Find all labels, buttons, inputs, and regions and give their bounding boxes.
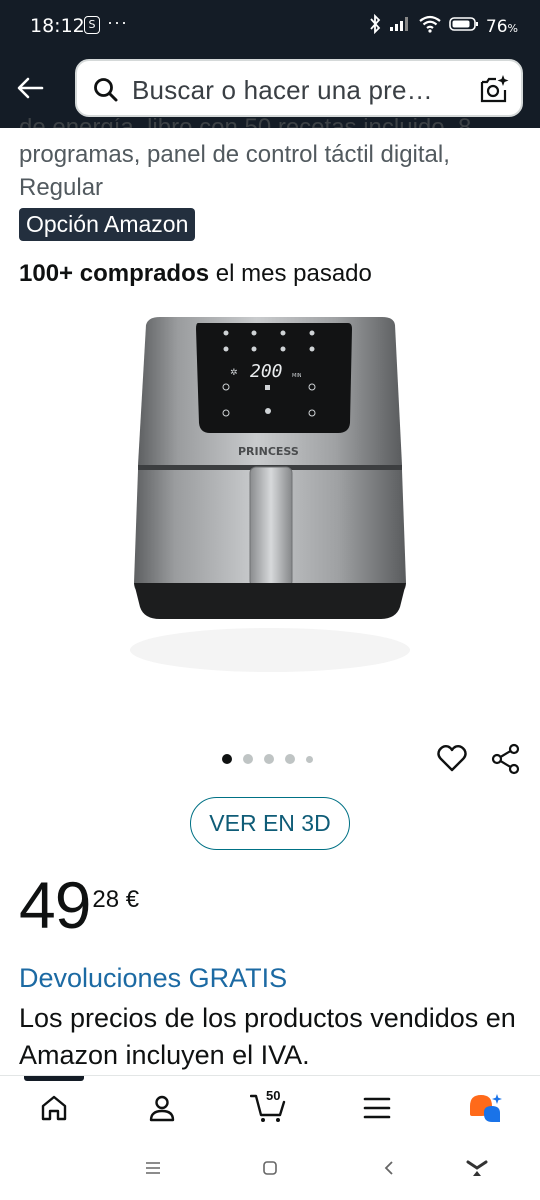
bought-last-month: 100+ comprados el mes pasado <box>19 260 372 287</box>
price-integer: 49 <box>19 868 91 942</box>
brand-logo: PRINCESS <box>238 445 299 458</box>
wishlist-heart-icon[interactable] <box>436 742 468 779</box>
status-right-group: 76% <box>368 13 518 39</box>
back-button[interactable] <box>12 70 48 106</box>
carousel-dot[interactable] <box>285 754 295 764</box>
display-unit: MIN <box>292 373 302 379</box>
cart-count: 50 <box>266 1088 281 1103</box>
image-carousel-dots[interactable] <box>222 754 313 764</box>
home-icon[interactable] <box>36 1090 72 1126</box>
battery-icon <box>449 16 479 37</box>
search-placeholder: Buscar o hacer una pre… <box>132 75 433 105</box>
bluetooth-icon <box>368 13 382 39</box>
system-back-icon[interactable] <box>383 1160 395 1181</box>
system-navigation-bar <box>0 1137 540 1200</box>
svg-text:✲: ✲ <box>230 368 238 378</box>
menu-icon[interactable] <box>359 1090 395 1126</box>
assistant-icon[interactable] <box>464 1154 490 1185</box>
recent-apps-icon[interactable] <box>145 1161 161 1180</box>
search-icon <box>93 77 119 108</box>
account-icon[interactable] <box>144 1090 180 1126</box>
camera-search-icon[interactable] <box>479 73 509 110</box>
app-header: Buscar o hacer una pre… <box>0 52 540 128</box>
bottom-navigation: 50 <box>0 1075 540 1137</box>
share-icon[interactable] <box>490 743 522 780</box>
status-bar: 18:12 S ··· 76% <box>0 0 540 52</box>
product-image[interactable]: ✲ 200 MIN PRINCESS <box>120 305 420 705</box>
home-system-icon[interactable] <box>263 1161 277 1180</box>
status-time: 18:12 <box>30 15 85 37</box>
cart-icon[interactable]: 50 <box>250 1088 286 1126</box>
description-cut-line: de energía, libro con 50 recetas incluid… <box>19 118 471 128</box>
signal-icon <box>389 16 411 37</box>
active-tab-indicator <box>24 1076 84 1081</box>
carousel-dot[interactable] <box>222 754 232 764</box>
product-description[interactable]: programas, panel de control táctil digit… <box>19 138 519 204</box>
free-returns-link[interactable]: Devoluciones GRATIS <box>19 963 287 994</box>
amazon-choice-badge: Opción Amazon <box>19 208 196 241</box>
wifi-icon <box>418 15 442 38</box>
carousel-dot[interactable] <box>243 754 253 764</box>
vat-note: Los precios de los productos vendidos en… <box>19 1003 516 1070</box>
s-icon: S <box>84 16 100 34</box>
back-arrow-icon <box>17 77 44 99</box>
display-temperature: 200 <box>250 361 283 382</box>
search-input[interactable]: Buscar o hacer una pre… <box>75 59 523 117</box>
price-decimal: 28 € <box>92 886 140 913</box>
view-3d-button[interactable]: VER EN 3D <box>190 797 350 850</box>
carousel-dot[interactable] <box>306 755 313 763</box>
more-notifications-icon: ··· <box>107 12 128 32</box>
carousel-dot[interactable] <box>264 754 274 764</box>
rufus-icon[interactable] <box>468 1090 504 1126</box>
battery-percent: 76% <box>485 16 518 37</box>
product-price: 49 28 € <box>19 870 139 940</box>
